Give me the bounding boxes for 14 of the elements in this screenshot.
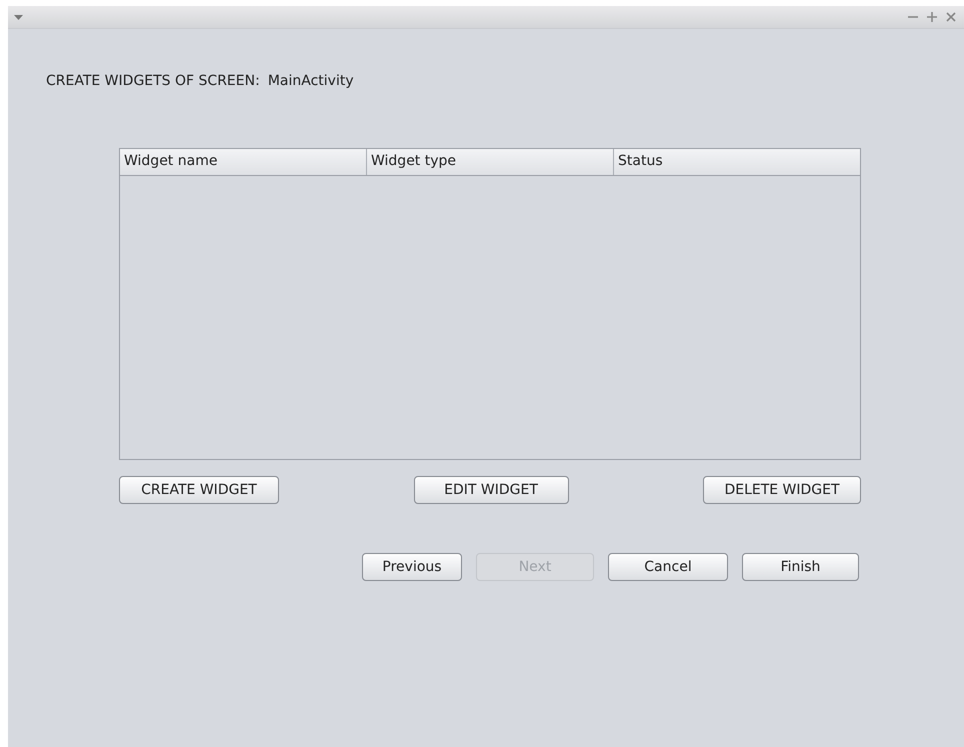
widget-action-button[interactable]: DELETE WIDGET bbox=[703, 476, 861, 504]
wizard-button[interactable]: Cancel bbox=[608, 553, 728, 581]
widget-action-button[interactable]: EDIT WIDGET bbox=[414, 476, 568, 504]
column-header[interactable]: Widget name bbox=[120, 149, 367, 175]
heading-label: CREATE WIDGETS OF SCREEN: bbox=[46, 73, 260, 91]
maximize-icon[interactable] bbox=[927, 12, 937, 22]
screen-name: MainActivity bbox=[268, 73, 354, 91]
widget-action-button[interactable]: CREATE WIDGET bbox=[119, 476, 279, 504]
wizard-button[interactable]: Finish bbox=[742, 553, 859, 581]
wizard-button[interactable]: Previous bbox=[362, 553, 462, 581]
column-header[interactable]: Widget type bbox=[367, 149, 614, 175]
column-header[interactable]: Status bbox=[614, 149, 860, 175]
menu-icon[interactable] bbox=[14, 14, 23, 20]
close-icon[interactable] bbox=[946, 12, 956, 22]
